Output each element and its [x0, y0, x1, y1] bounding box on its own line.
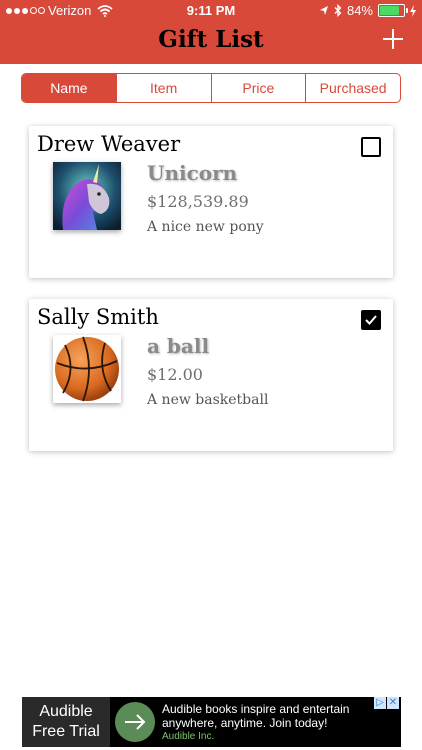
basketball-image — [53, 335, 121, 403]
segment-name[interactable]: Name — [22, 74, 116, 102]
item-title: a ball — [147, 334, 210, 358]
purchased-checkbox[interactable] — [361, 310, 381, 330]
ad-headline-line2: anywhere, anytime. Join today! — [162, 716, 328, 730]
ad-text: Audible books inspire and entertain anyw… — [160, 697, 401, 747]
recipient-name: Drew Weaver — [37, 132, 181, 156]
arrow-right-icon[interactable] — [115, 702, 155, 742]
item-title: Unicorn — [147, 161, 238, 185]
header: Verizon 9:11 PM 84% Gift List — [0, 0, 422, 64]
ad-close-icon[interactable]: ✕ — [387, 697, 399, 709]
bluetooth-icon — [334, 4, 342, 17]
ad-banner[interactable]: Audible Free Trial Audible books inspire… — [22, 697, 401, 747]
unicorn-image — [53, 162, 121, 230]
item-price: $12.00 — [147, 365, 203, 384]
ad-sponsor: Audible Inc. — [162, 731, 215, 742]
ad-info-icon[interactable]: ▷ — [374, 697, 386, 709]
segment-price[interactable]: Price — [210, 74, 306, 102]
status-bar: Verizon 9:11 PM 84% — [0, 0, 422, 22]
checkmark-icon — [365, 315, 377, 325]
battery-icon — [378, 4, 408, 17]
recipient-name: Sally Smith — [37, 305, 159, 329]
add-button[interactable] — [382, 28, 404, 50]
battery-percent: 84% — [346, 3, 373, 18]
item-description: A new basketball — [147, 392, 269, 408]
ad-brand: Audible Free Trial — [22, 697, 110, 747]
charging-bolt-icon — [410, 4, 416, 17]
page-title: Gift List — [158, 26, 264, 53]
purchased-checkbox[interactable] — [361, 137, 381, 157]
ad-choices[interactable]: ▷ ✕ — [374, 697, 399, 709]
segment-item[interactable]: Item — [115, 74, 211, 102]
item-description: A nice new pony — [147, 219, 264, 235]
ad-brand-line1: Audible — [39, 703, 93, 720]
sort-segmented-control: Name Item Price Purchased — [21, 73, 401, 103]
segment-purchased[interactable]: Purchased — [305, 74, 400, 102]
item-price: $128,539.89 — [147, 192, 249, 211]
gift-card[interactable]: Drew Weaver Unicorn $128,539.89 A nice n… — [29, 126, 393, 278]
ad-headline-line1: Audible books inspire and entertain — [162, 702, 350, 716]
location-arrow-icon — [319, 5, 328, 15]
gift-card[interactable]: Sally Smith a ball $12.00 A new basketba… — [29, 299, 393, 451]
ad-brand-line2: Free Trial — [32, 723, 100, 740]
